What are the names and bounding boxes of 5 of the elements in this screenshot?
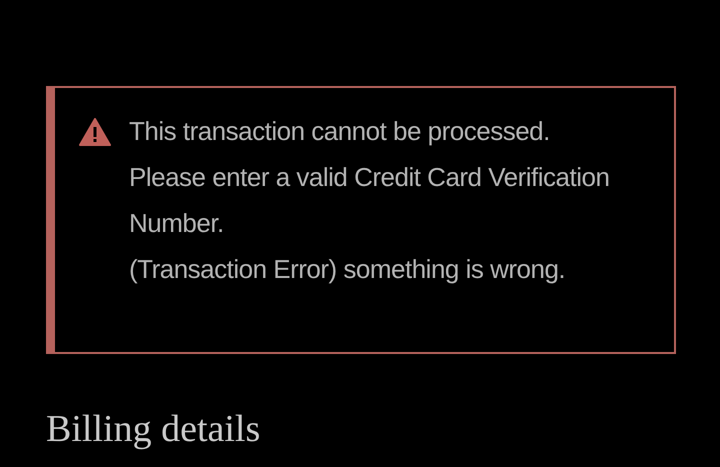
error-message: This transaction cannot be processed. xyxy=(129,115,551,148)
warning-icon xyxy=(79,118,111,146)
section-heading: Billing details xyxy=(46,407,262,452)
error-message: (Transaction Error) something is wrong. xyxy=(129,253,566,286)
error-message: Please enter a valid Credit Card Verification Number. xyxy=(129,161,610,240)
